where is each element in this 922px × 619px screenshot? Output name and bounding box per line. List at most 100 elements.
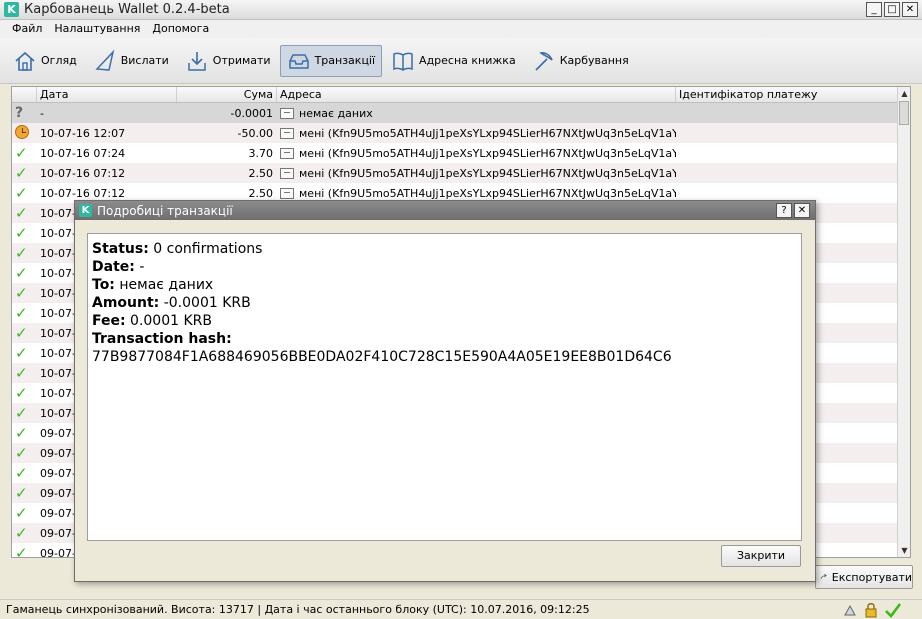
send-button[interactable]: Вислати <box>86 45 176 77</box>
menu-help[interactable]: Допомога <box>146 20 215 38</box>
addressbook-button[interactable]: Адресна книжка <box>384 45 523 77</box>
minimize-button[interactable]: _ <box>866 2 882 17</box>
header-address[interactable]: Адреса <box>277 87 676 102</box>
table-row[interactable]: ✓ 10-07-16 07:24 3.70 мені (Kfn9U5mo5ATH4uJ… <box>12 143 910 163</box>
dialog-help-button[interactable]: ? <box>776 203 792 218</box>
encrypt-icon[interactable] <box>842 602 858 618</box>
detail-hash: Transaction hash: 77B9877084F1A688469056… <box>92 331 672 365</box>
app-logo-icon: K <box>4 2 19 17</box>
cell-amount: -0.0001 <box>230 106 273 120</box>
lock-icon[interactable] <box>864 602 878 618</box>
incoming-icon <box>280 188 294 199</box>
transactions-tab-button[interactable]: Транзакції <box>279 44 383 77</box>
cell-address: немає даних <box>277 107 676 120</box>
cell-address: мені (Kfn9U5mo5ATH4uJj1peXsYLxp94SLierH6… <box>277 127 676 140</box>
cell-date: 10-07-16 12:07 <box>40 126 126 140</box>
outgoing-icon <box>280 128 294 139</box>
pickaxe-icon <box>535 51 553 71</box>
dialog-close-x-button[interactable]: ✕ <box>794 203 810 218</box>
address-text: мені (Kfn9U5mo5ATH4uJj1peXsYLxp94SLierH6… <box>299 186 676 200</box>
confirmed-check-icon: ✓ <box>15 484 28 502</box>
confirmed-check-icon: ✓ <box>15 424 28 442</box>
dialog-title-bar: K Подробиці транзакції ? ✕ <box>75 201 815 220</box>
sync-status-text: Гаманець синхронізований. Висота: 13717 … <box>6 603 590 616</box>
menu-file[interactable]: Файл <box>6 20 48 38</box>
cell-amount: 2.50 <box>248 166 274 180</box>
dialog-close-button[interactable]: Закрити <box>721 545 801 567</box>
header-date[interactable]: Дата <box>37 87 177 102</box>
send-icon <box>95 48 115 71</box>
addressbook-label: Адресна книжка <box>419 54 516 67</box>
cell-amount: 2.50 <box>248 186 274 200</box>
detail-amount: Amount: -0.0001 KRB <box>92 295 251 311</box>
scroll-up-arrow-icon[interactable]: ▲ <box>898 87 910 100</box>
dialog-details-text: Status: 0 confirmations Date: - To: нема… <box>87 233 802 541</box>
scroll-down-arrow-icon[interactable]: ▼ <box>898 544 910 557</box>
outgoing-icon <box>280 108 294 119</box>
confirmed-check-icon: ✓ <box>15 264 28 282</box>
pending-clock-icon <box>12 124 37 142</box>
table-row[interactable]: 10-07-16 12:07 -50.00 мені (Kfn9U5mo5ATH4u… <box>12 123 910 143</box>
header-amount[interactable]: Сума <box>177 87 277 102</box>
confirmed-check-icon: ✓ <box>15 164 28 182</box>
export-label: Експортувати <box>831 570 912 584</box>
toolbar: Огляд Вислати Отримати Транзакції Адресн… <box>0 38 922 84</box>
incoming-icon <box>280 148 294 159</box>
synced-check-icon <box>885 603 902 618</box>
confirmed-check-icon: ✓ <box>15 544 28 558</box>
menu-bar: Файл Налаштування Допомога <box>0 20 922 38</box>
mining-button[interactable]: Карбування <box>525 45 636 77</box>
transactions-label: Транзакції <box>314 54 376 67</box>
confirmed-check-icon: ✓ <box>15 524 28 542</box>
table-row[interactable]: ✓ 10-07-16 07:12 2.50 мені (Kfn9U5mo5ATH4uJ… <box>12 163 910 183</box>
header-status[interactable] <box>12 87 37 102</box>
cell-date: 10-07-16 07:12 <box>40 166 126 180</box>
confirmed-check-icon: ✓ <box>15 204 28 222</box>
detail-fee: Fee: 0.0001 KRB <box>92 313 212 329</box>
confirmed-check-icon: ✓ <box>15 444 28 462</box>
dialog-logo-icon: K <box>79 204 92 217</box>
maximize-button[interactable]: □ <box>884 2 900 17</box>
status-bar: Гаманець синхронізований. Висота: 13717 … <box>0 599 922 619</box>
header-payment-id[interactable]: Ідентифікатор платежу <box>676 87 898 102</box>
confirmed-check-icon: ✓ <box>15 284 28 302</box>
confirmed-check-icon: ✓ <box>15 324 28 342</box>
book-icon <box>393 52 413 71</box>
confirmed-check-icon: ✓ <box>15 304 28 322</box>
table-row[interactable]: ? - -0.0001 немає даних <box>12 103 910 123</box>
home-icon <box>15 51 35 71</box>
confirmed-check-icon: ✓ <box>15 364 28 382</box>
scroll-thumb[interactable] <box>899 101 909 125</box>
confirmed-check-icon: ✓ <box>15 244 28 262</box>
confirmed-check-icon: ✓ <box>15 404 28 422</box>
cell-date: 10-07-16 07:12 <box>40 186 126 200</box>
close-window-button[interactable]: ✕ <box>902 2 918 17</box>
confirmed-check-icon: ✓ <box>15 464 28 482</box>
title-bar: K Карбованець Wallet 0.2.4-beta _ □ ✕ <box>0 0 922 20</box>
address-text: мені (Kfn9U5mo5ATH4uJj1peXsYLxp94SLierH6… <box>299 166 676 180</box>
address-text: немає даних <box>299 106 373 120</box>
cell-amount: -50.00 <box>237 126 273 140</box>
menu-settings[interactable]: Налаштування <box>48 20 146 38</box>
send-label: Вислати <box>120 54 169 67</box>
table-scrollbar[interactable]: ▲ ▼ <box>897 87 910 557</box>
export-button[interactable]: Експортувати <box>815 565 913 589</box>
mining-label: Карбування <box>559 54 629 67</box>
confirmed-check-icon: ✓ <box>15 144 28 162</box>
detail-status: Status: 0 confirmations <box>92 241 263 257</box>
address-text: мені (Kfn9U5mo5ATH4uJj1peXsYLxp94SLierH6… <box>299 126 676 140</box>
dialog-title: Подробиці транзакції <box>97 203 233 218</box>
cell-date: - <box>40 106 44 120</box>
export-icon <box>820 573 827 580</box>
receive-label: Отримати <box>212 54 271 67</box>
cell-amount: 3.70 <box>248 146 274 160</box>
cell-date: 10-07-16 07:24 <box>40 146 126 160</box>
detail-date: Date: - <box>92 259 145 275</box>
wallet-window: K Карбованець Wallet 0.2.4-beta _ □ ✕ Фа… <box>0 0 922 619</box>
confirmed-check-icon: ✓ <box>15 184 28 202</box>
overview-button[interactable]: Огляд <box>6 45 84 77</box>
confirmed-check-icon: ✓ <box>15 344 28 362</box>
receive-icon <box>188 51 206 71</box>
address-text: мені (Kfn9U5mo5ATH4uJj1peXsYLxp94SLierH6… <box>299 146 676 160</box>
receive-button[interactable]: Отримати <box>178 45 278 77</box>
